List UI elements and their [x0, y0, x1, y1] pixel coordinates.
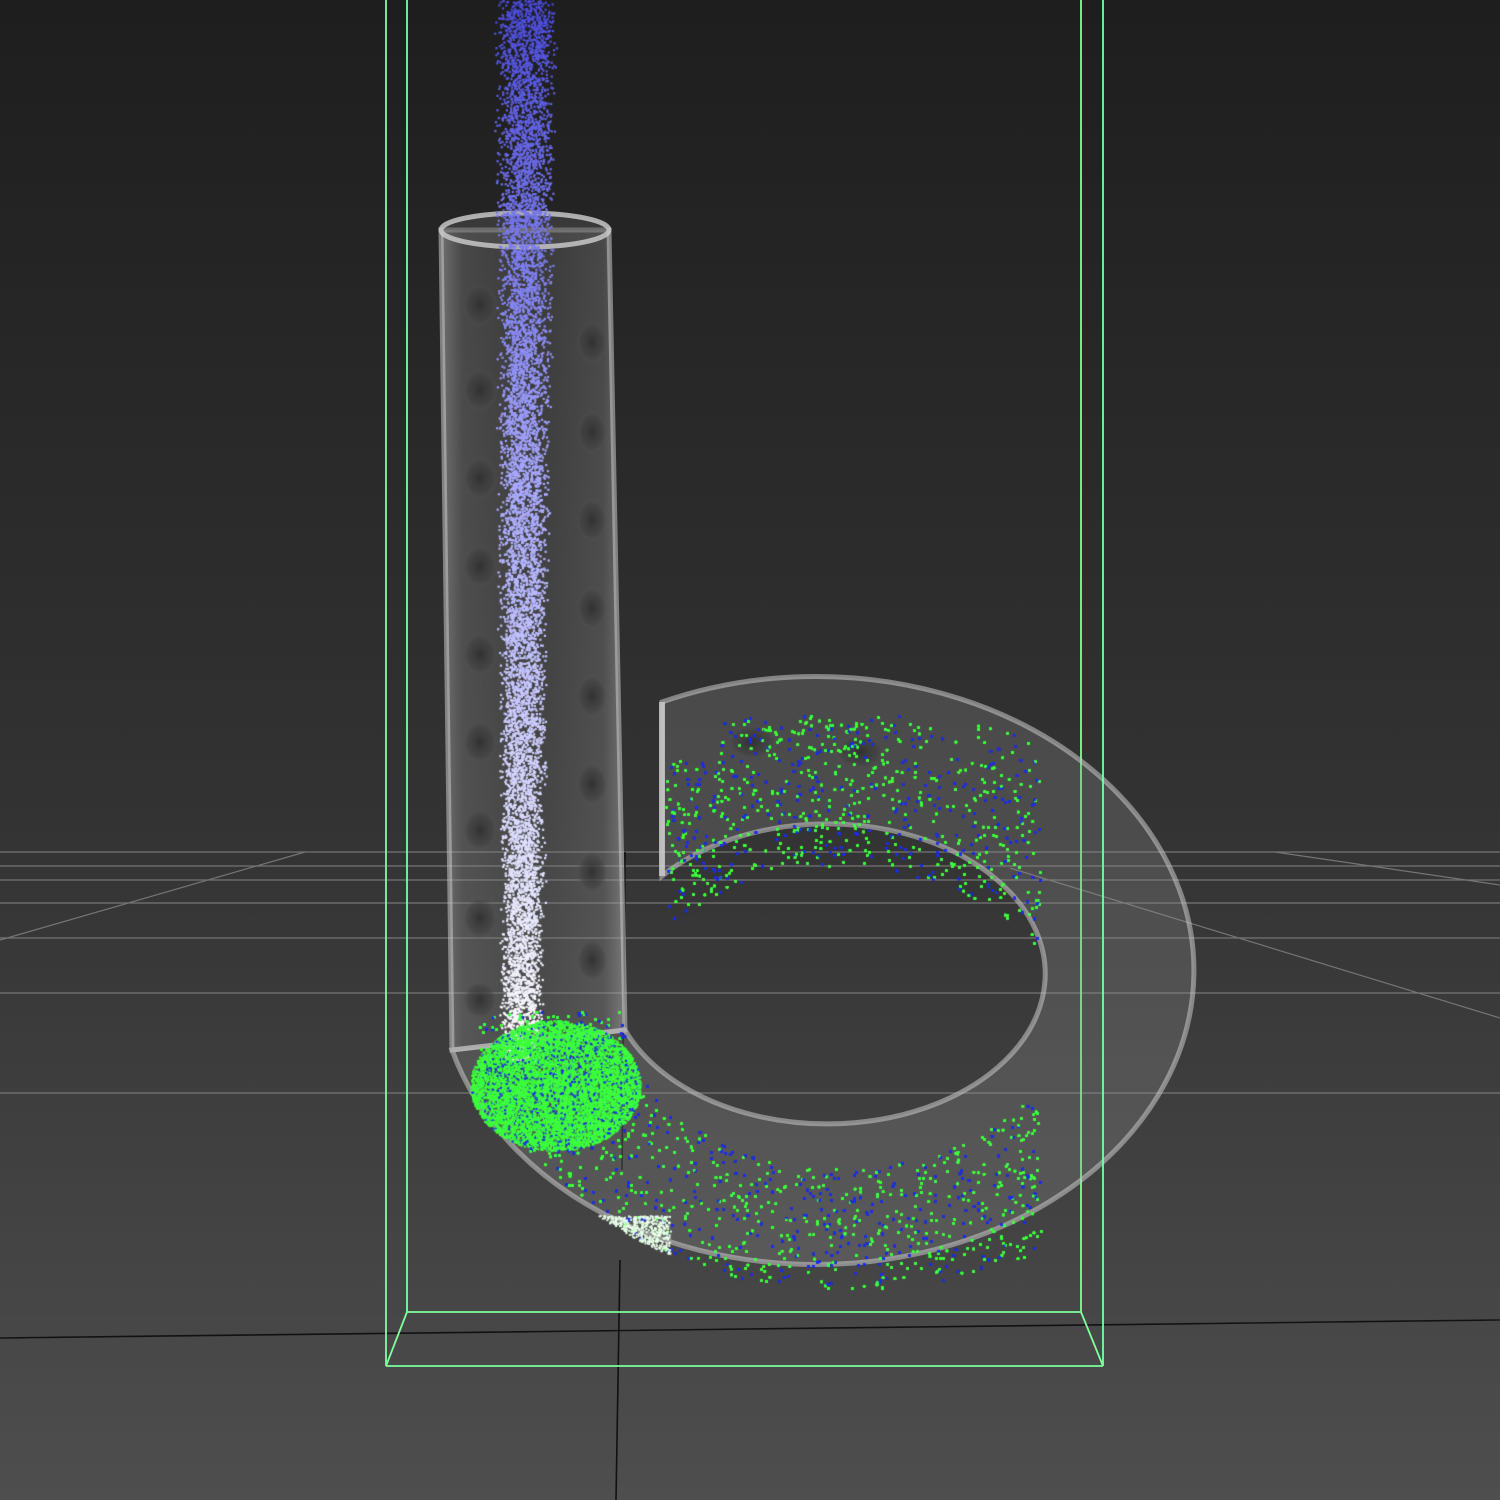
- 3d-viewport[interactable]: [0, 0, 1500, 1500]
- particle-system: [0, 0, 1500, 1500]
